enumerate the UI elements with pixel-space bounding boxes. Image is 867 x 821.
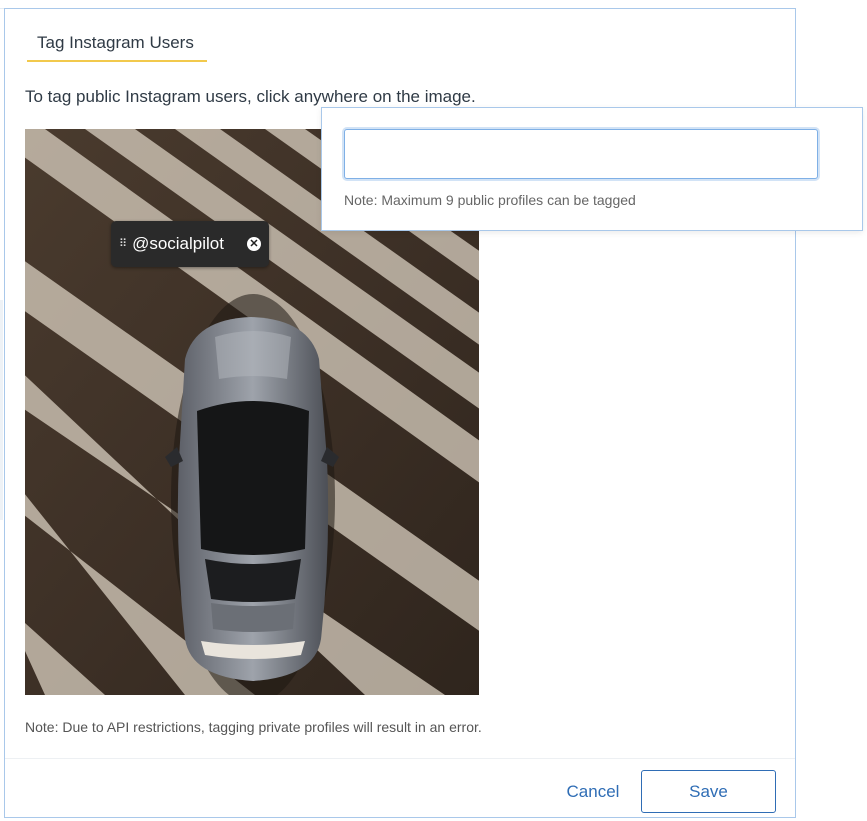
cancel-button[interactable]: Cancel [557,771,629,813]
tag-search-popover: Note: Maximum 9 public profiles can be t… [321,107,863,231]
username-search-input[interactable] [344,129,818,179]
max-profiles-note: Note: Maximum 9 public profiles can be t… [344,192,636,208]
tab-tag-instagram-users[interactable]: Tag Instagram Users [27,29,207,62]
save-button[interactable]: Save [641,770,776,813]
footer-divider [5,758,795,759]
tab-label: Tag Instagram Users [37,33,194,52]
api-restriction-note: Note: Due to API restrictions, tagging p… [25,719,482,735]
tag-username: @socialpilot [132,234,224,253]
background-panel-edge [0,300,3,520]
drag-handle-icon[interactable]: ⠿ [119,238,127,250]
close-icon[interactable]: ✕ [247,237,261,251]
user-tag-chip[interactable]: ⠿ @socialpilot ✕ [111,221,269,267]
instructions-text: To tag public Instagram users, click any… [25,87,476,106]
